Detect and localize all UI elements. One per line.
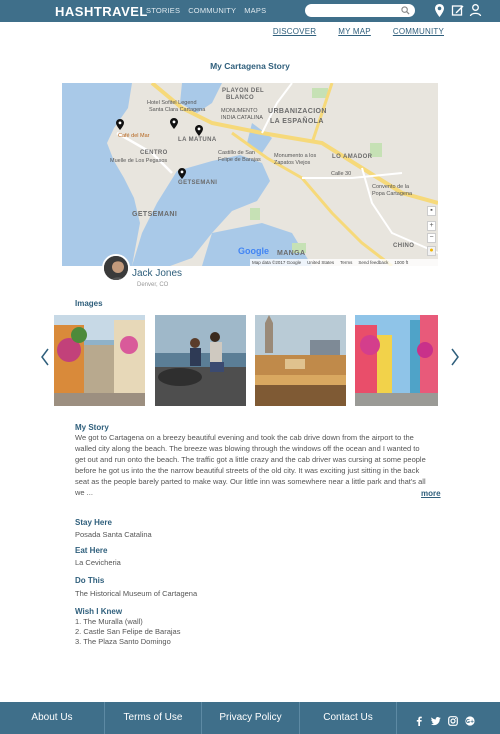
map-label-sofitel-2: Santa Clara Cartagena — [149, 107, 206, 113]
sub-nav: DISCOVER MY MAP COMMUNITY — [273, 27, 444, 36]
map-feedback-link[interactable]: Send feedback — [358, 259, 388, 266]
top-icons — [433, 3, 482, 18]
search-icon[interactable] — [401, 6, 410, 15]
top-navbar: HASHTRAVEL STORIES COMMUNITY MAPS — [0, 0, 500, 22]
map-label-getsemani: GETSEMANI — [132, 211, 178, 218]
zoom-in-button[interactable]: + — [427, 221, 436, 231]
map-label-espanola: LA ESPAÑOLA — [270, 118, 324, 125]
wish-item: 3. The Plaza Santo Domingo — [75, 637, 171, 646]
pegman-icon: ● — [429, 247, 434, 254]
map-label-playon: PLAYON DEL — [222, 88, 265, 94]
map-label-castillo-2: Felipe de Barajas — [218, 157, 261, 163]
map-label-zapatos-1: Monumento a los — [274, 153, 317, 159]
map-pin-icon[interactable] — [195, 125, 203, 136]
map-label-zapatos-2: Zapatos Viejos — [274, 160, 311, 166]
map-data-text: Map data ©2017 Google — [252, 260, 302, 265]
map-label-cafe: Café del Mar — [118, 133, 150, 139]
user-icon[interactable] — [469, 3, 482, 18]
do-heading: Do This — [75, 576, 105, 585]
map-label-muelle: Muelle de Los Pegasos — [110, 158, 168, 164]
stay-value: Posada Santa Catalina — [75, 530, 152, 539]
zoom-out-button[interactable]: − — [427, 233, 436, 243]
footer: About Us Terms of Use Privacy Policy Con… — [0, 702, 500, 734]
wish-item: 1. The Muralla (wall) — [75, 617, 143, 626]
map-label-castillo-1: Castillo de San — [218, 150, 255, 156]
edit-icon[interactable] — [451, 3, 464, 18]
map-label-convento-1: Convento de la — [372, 184, 409, 190]
read-more-link[interactable]: more — [421, 489, 441, 498]
map-label-sofitel-1: Hotel Sofitel Legend — [147, 100, 197, 106]
author-name[interactable]: Jack Jones — [132, 268, 182, 279]
map-label-centro: CENTRO — [140, 150, 168, 156]
google-logo: Google — [238, 246, 269, 256]
map-label-manga: MANGA — [277, 250, 306, 257]
gallery-photo-friends-on-wall[interactable] — [155, 315, 246, 406]
facebook-icon[interactable] — [414, 713, 424, 726]
eat-value: La Cevicheria — [75, 558, 121, 567]
svg-text:G+: G+ — [466, 719, 474, 725]
map-label-calle30: Calle 30 — [331, 171, 352, 177]
map-attribution: Map data ©2017 Google United States Term… — [250, 259, 438, 266]
map-label-monumento-2: INDIA CATALINA — [221, 115, 263, 121]
avatar[interactable] — [102, 254, 130, 282]
gallery-photo-street-flowers[interactable] — [54, 315, 145, 406]
chevron-left-icon[interactable] — [40, 347, 50, 367]
map-label-blanco: BLANCO — [226, 95, 255, 101]
main-nav: STORIES COMMUNITY MAPS — [146, 6, 266, 15]
subnav-community[interactable]: COMMUNITY — [393, 27, 444, 36]
footer-contact[interactable]: Contact Us — [300, 702, 396, 734]
street-view-control[interactable]: ● — [427, 246, 436, 256]
eat-heading: Eat Here — [75, 546, 108, 555]
subnav-discover[interactable]: DISCOVER — [273, 27, 316, 36]
wish-item: 2. Castle San Felipe de Barajas — [75, 627, 181, 636]
map-terms-link[interactable]: Terms — [340, 259, 352, 266]
footer-divider — [396, 702, 397, 734]
brand-logo[interactable]: HASHTRAVEL — [55, 4, 148, 19]
gallery-photo-old-city-sunset[interactable] — [255, 315, 346, 406]
page-title: My Cartagena Story — [210, 61, 290, 71]
images-heading: Images — [75, 299, 103, 308]
stay-heading: Stay Here — [75, 518, 112, 527]
story-map[interactable]: PLAYON DEL BLANCO URBANIZACION LA ESPAÑO… — [62, 83, 438, 266]
map-label-urbanizacion: URBANIZACION — [268, 108, 327, 115]
subnav-my-map[interactable]: MY MAP — [338, 27, 371, 36]
story-text: We got to Cartagena on a breezy beautifu… — [75, 433, 426, 497]
nav-maps[interactable]: MAPS — [244, 6, 266, 15]
author-location: Denver, CO — [137, 282, 169, 288]
map-region-link[interactable]: United States — [307, 259, 334, 266]
location-pin-icon[interactable] — [433, 3, 446, 18]
gallery-photo-colorful-street[interactable] — [355, 315, 438, 406]
chevron-right-icon[interactable] — [450, 347, 460, 367]
social-links: G+ — [414, 713, 475, 726]
fullscreen-icon: ▪ — [430, 207, 433, 214]
footer-about-us[interactable]: About Us — [0, 702, 104, 734]
map-pin-icon[interactable] — [178, 168, 186, 179]
map-label-convento-2: Popa Cartagena — [372, 191, 413, 197]
fullscreen-control[interactable]: ▪ — [427, 206, 436, 216]
footer-privacy[interactable]: Privacy Policy — [202, 702, 299, 734]
footer-terms[interactable]: Terms of Use — [105, 702, 201, 734]
map-scale: 1000 ft — [394, 260, 409, 265]
do-value: The Historical Museum of Cartagena — [75, 589, 198, 598]
instagram-icon[interactable] — [448, 713, 458, 726]
map-label-matuna: LA MATUNA — [178, 137, 217, 143]
nav-stories[interactable]: STORIES — [146, 6, 180, 15]
map-label-getsemani-pin: GETSEMANI — [178, 180, 218, 186]
map-pin-icon[interactable] — [170, 118, 178, 129]
twitter-icon[interactable] — [431, 713, 441, 726]
map-label-chino: CHINO — [393, 243, 415, 249]
search-input[interactable] — [305, 4, 415, 17]
map-label-monumento-1: MONUMENTO — [221, 108, 258, 114]
nav-community[interactable]: COMMUNITY — [188, 6, 236, 15]
wish-heading: Wish I Knew — [75, 607, 123, 616]
map-pin-icon[interactable] — [116, 119, 124, 130]
google-plus-icon[interactable]: G+ — [465, 713, 475, 726]
story-heading: My Story — [75, 423, 109, 432]
map-label-amador: LO AMADOR — [332, 154, 373, 160]
